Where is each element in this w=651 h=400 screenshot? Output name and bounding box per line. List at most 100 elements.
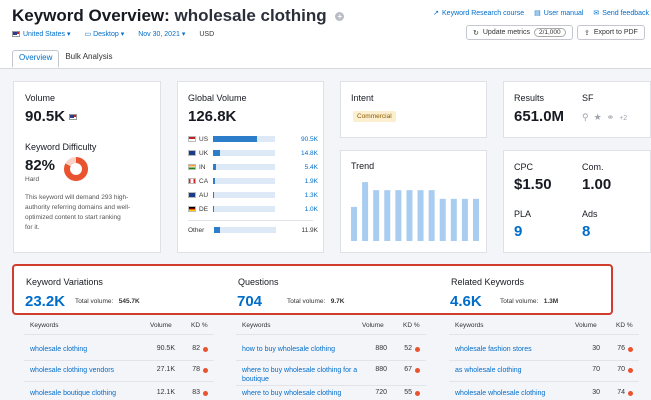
group-count[interactable]: 23.2K [25,293,65,310]
kd-description-line: optimized content to start ranking [25,214,121,221]
trend-bar[interactable] [362,182,369,241]
date-select[interactable]: Nov 30, 2021 ▾ [138,30,185,38]
volume-bar [213,150,275,156]
total-value: 545.7K [118,298,140,305]
kd-dot-icon [203,367,208,373]
manual-link-label: User manual [543,10,584,17]
ads-value[interactable]: 8 [582,223,590,240]
course-link[interactable]: ↗ Keyword Research course [433,9,524,17]
keyword-link[interactable]: where to buy wholesale clothing [242,389,360,398]
country-select[interactable]: United States ▾ [12,30,71,38]
keyword-link[interactable]: where to buy wholesale clothing for a bo… [242,366,360,384]
link-icon[interactable]: ⚭ [607,112,615,123]
divider [449,381,639,382]
keyword-link[interactable]: wholesale wholesale clothing [455,389,573,398]
device-select[interactable]: ▭ Desktop ▾ [85,30,125,38]
sf-more[interactable]: +2 [619,115,627,122]
group-total: Total volume: 1.3M [500,298,558,305]
star-icon[interactable]: ★ [594,112,602,123]
keyword-kd: 74 [617,389,625,396]
trend-bar[interactable] [461,198,468,241]
global-row-au[interactable]: AU 1.3K [188,190,318,200]
keyword-link[interactable]: as wholesale clothing [455,366,573,375]
location-icon[interactable]: ⚲ [582,112,589,123]
trend-bar[interactable] [406,190,413,241]
kd-description-line: for it. [25,224,40,231]
country-volume: 90.5K [301,135,318,143]
group-title: Related Keywords [451,277,525,287]
keyword-link[interactable]: how to buy wholesale clothing [242,345,360,354]
col-volume: Volume [575,322,597,329]
kd-dot-icon [415,367,420,373]
col-keywords: Keywords [30,322,59,329]
pla-value[interactable]: 9 [514,223,522,240]
divider [236,334,426,335]
date-label: Nov 30, 2021 [138,31,180,38]
keyword-volume: 12.1K [156,389,175,396]
trend-bar[interactable] [473,198,479,241]
col-kd: KD % [616,322,633,329]
country-code: DE [199,205,209,213]
global-row-in[interactable]: IN 5.4K [188,162,318,172]
trend-bar[interactable] [395,190,402,241]
group-count[interactable]: 4.6K [450,293,482,310]
trend-bar[interactable] [417,190,424,241]
keyword-kd: 52 [404,345,412,352]
kd-description-line: This keyword will demand 293 high- [25,194,129,201]
volume-number: 90.5K [25,108,66,125]
keyword-volume: 30 [592,345,600,352]
keyword-kd: 70 [617,366,625,373]
country-volume: 5.4K [304,163,318,171]
global-volume-card: Global Volume 126.8K US 90.5K UK 14.8K IN 5.4… [177,81,324,253]
flag-uk-icon [188,150,196,156]
group-title: Keyword Variations [26,277,103,287]
manual-link[interactable]: ▤ User manual [534,9,583,17]
global-row-us[interactable]: US 90.5K [188,134,318,144]
keyword-volume: 720 [375,389,387,396]
kd-dot-icon [628,390,633,396]
trend-bar[interactable] [439,198,446,241]
global-row-uk[interactable]: UK 14.8K [188,148,318,158]
keyword-link[interactable]: wholesale boutique clothing [30,389,148,398]
tab-bulk-analysis[interactable]: Bulk Analysis [59,50,118,68]
export-pdf-button[interactable]: ⇪ Export to PDF [577,25,645,40]
keyword-link[interactable]: wholesale clothing [30,345,148,354]
total-label: Total volume: [75,298,114,305]
keyword-volume: 880 [375,366,387,373]
volume-bar [213,178,275,184]
trend-card: Trend [340,150,487,253]
com-value: 1.00 [582,176,612,193]
com-label: Com. [582,162,604,172]
tab-overview[interactable]: Overview [12,50,60,68]
global-value: 126.8K [188,108,237,125]
trend-bar[interactable] [373,190,380,241]
total-label: Total volume: [287,298,326,305]
keyword-link[interactable]: wholesale fashion stores [455,345,573,354]
trend-bar[interactable] [384,190,391,241]
feedback-link-label: Send feedback [602,10,649,17]
global-row-ca[interactable]: CA 1.9K [188,176,318,186]
results-card: Results 651.0M SF ⚲ ★ ⚭ +2 [503,81,651,138]
keyword-link[interactable]: wholesale clothing vendors [30,366,148,375]
add-icon[interactable]: + [335,12,345,22]
top-links: ↗ Keyword Research course ▤ User manual ✉ S… [433,9,649,17]
group-title: Questions [238,277,279,287]
group-count[interactable]: 704 [237,293,262,310]
title-keyword: wholesale clothing [174,6,327,25]
feedback-link[interactable]: ✉ Send feedback [593,9,649,17]
update-metrics-button[interactable]: ↻ Update metrics 2/1,000 [466,25,573,40]
keyword-kd: 55 [404,389,412,396]
keyword-volume: 30 [592,389,600,396]
volume-card: Volume 90.5K Keyword Difficulty 82% Hard… [13,81,161,253]
trend-bar[interactable] [428,190,435,241]
global-other-row[interactable]: Other 11.9K [188,225,318,235]
global-row-de[interactable]: DE 1.0K [188,204,318,214]
volume-bar [213,192,275,198]
update-count: 2/1,000 [533,28,566,37]
keyword-kd: 67 [404,366,412,373]
trend-bar[interactable] [450,198,457,241]
other-value: 11.9K [301,226,318,234]
trend-bar[interactable] [351,206,357,241]
divider [24,381,214,382]
export-label: Export to PDF [593,29,638,36]
